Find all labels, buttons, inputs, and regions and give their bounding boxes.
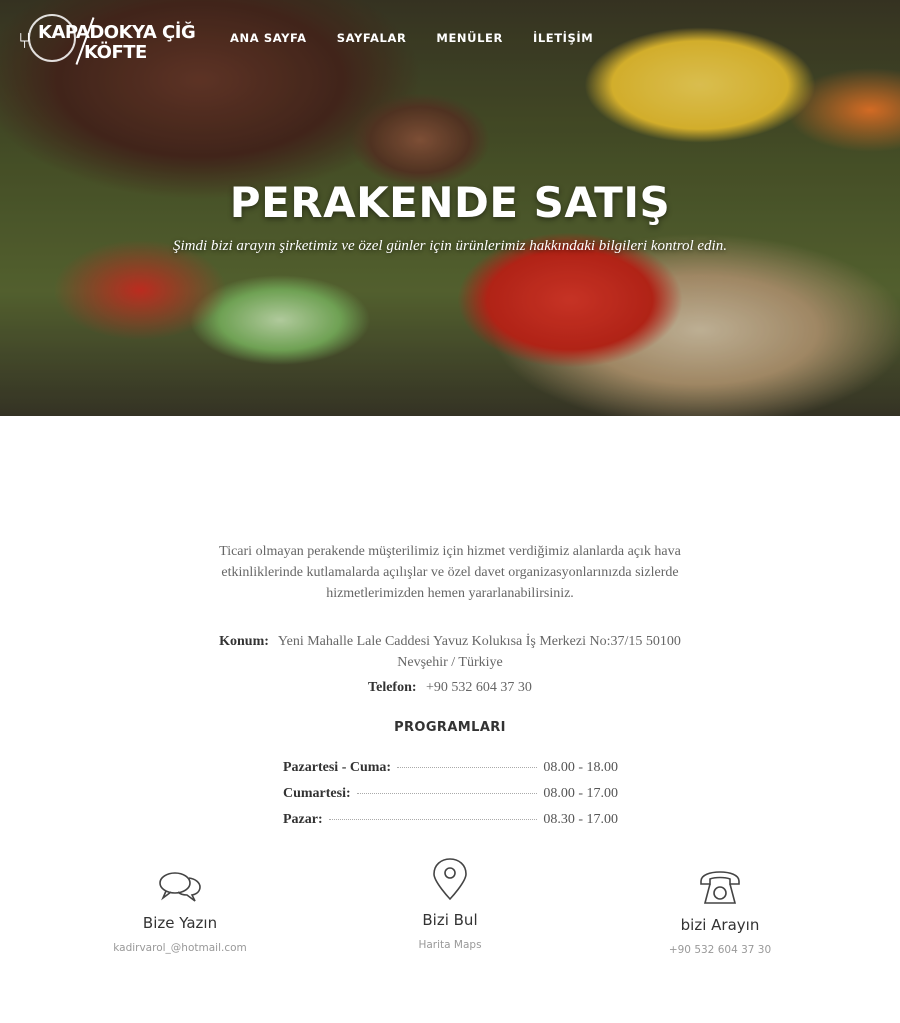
- programs-heading: PROGRAMLARI: [394, 720, 506, 735]
- nav-item-menus[interactable]: MENÜLER: [436, 31, 503, 45]
- intro-line: etkinliklerinde kutlamalarda açılışlar v…: [221, 565, 679, 580]
- intro-line: Ticari olmayan perakende müşterilimiz iç…: [219, 544, 681, 559]
- feature-write-us[interactable]: Bize Yazın kadirvarol_@hotmail.com: [70, 870, 290, 954]
- main-nav: ANA SAYFA SAYFALAR MENÜLER İLETİŞİM: [230, 31, 623, 45]
- nav-item-contact[interactable]: İLETİŞİM: [533, 31, 593, 45]
- fork-icon: ⑂: [18, 28, 32, 53]
- schedule-day: Cumartesi:: [283, 786, 351, 801]
- schedule-day: Pazartesi - Cuma:: [283, 760, 392, 775]
- hero-banner: ⑂ KAPADOKYA ÇİĞ KÖFTE ANA SAYFA SAYFALAR…: [0, 0, 900, 416]
- location-label: Konum:: [219, 634, 269, 649]
- dotted-leader: [397, 767, 538, 768]
- location-city: Nevşehir / Türkiye: [397, 655, 503, 670]
- feature-title: Bizi Bul: [422, 911, 478, 929]
- nav-item-pages[interactable]: SAYFALAR: [337, 31, 407, 45]
- hero-subtitle: Şimdi bizi arayın şirketimiz ve özel gün…: [173, 238, 727, 254]
- feature-email[interactable]: kadirvarol_@hotmail.com: [70, 942, 290, 954]
- feature-find-us[interactable]: Bizi Bul Harita Maps: [340, 857, 560, 951]
- schedule-time: 08.30 - 17.00: [543, 812, 618, 827]
- map-pin-icon: [433, 858, 467, 901]
- feature-call-us[interactable]: bizi Arayın +90 532 604 37 30: [610, 870, 830, 956]
- feature-title: bizi Arayın: [680, 916, 760, 934]
- nav-item-home[interactable]: ANA SAYFA: [230, 31, 307, 45]
- schedule-row: Pazartesi - Cuma: 08.00 - 18.00: [283, 760, 618, 776]
- location-info-line2: Nevşehir / Türkiye: [180, 652, 720, 673]
- site-logo[interactable]: ⑂ KAPADOKYA ÇİĞ KÖFTE: [14, 10, 196, 66]
- feature-map-link[interactable]: Harita Maps: [340, 939, 560, 951]
- intro-line: hizmetlerimizden hemen yararlanabilirsin…: [326, 586, 574, 601]
- telephone-icon: [700, 871, 740, 904]
- intro-paragraph: Ticari olmayan perakende müşterilimiz iç…: [180, 541, 720, 604]
- logo-text-line1: KAPADOKYA ÇİĞ: [38, 22, 196, 43]
- page-title: PERAKENDE SATIŞ: [229, 178, 671, 227]
- phone-value[interactable]: +90 532 604 37 30: [426, 680, 532, 695]
- dotted-leader: [356, 793, 538, 794]
- logo-text-line2: KÖFTE: [84, 42, 147, 63]
- phone-info: Telefon: +90 532 604 37 30: [180, 677, 720, 698]
- schedule-row: Pazar: 08.30 - 17.00: [283, 812, 618, 828]
- feature-title: Bize Yazın: [142, 914, 218, 932]
- phone-label: Telefon:: [368, 680, 417, 695]
- schedule-row: Cumartesi: 08.00 - 17.00: [283, 786, 618, 802]
- schedule-time: 08.00 - 17.00: [543, 786, 618, 801]
- schedule-time: 08.00 - 18.00: [543, 760, 618, 775]
- dotted-leader: [328, 819, 538, 820]
- feature-phone[interactable]: +90 532 604 37 30: [610, 944, 830, 956]
- schedule-day: Pazar:: [283, 812, 323, 827]
- location-info: Konum: Yeni Mahalle Lale Caddesi Yavuz K…: [180, 631, 720, 652]
- chat-bubbles-icon: [159, 872, 201, 902]
- location-value: Yeni Mahalle Lale Caddesi Yavuz Kolukısa…: [277, 634, 681, 649]
